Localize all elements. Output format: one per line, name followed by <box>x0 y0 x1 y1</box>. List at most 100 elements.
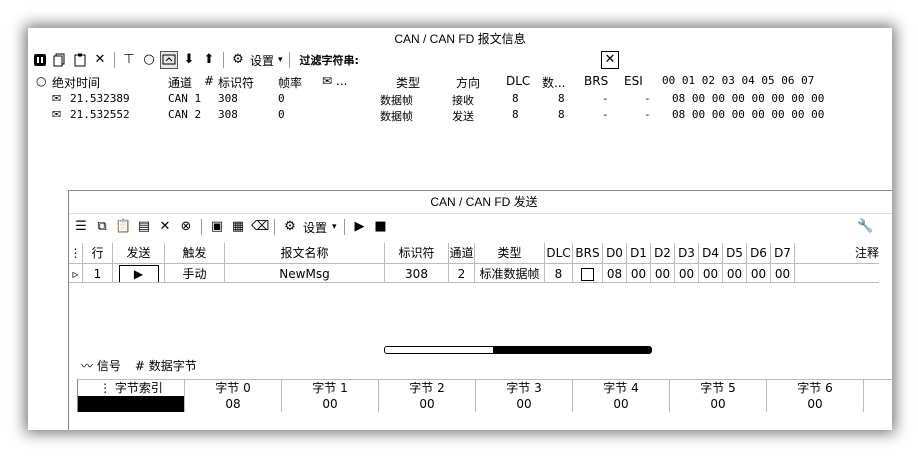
clipboard-icon[interactable]: ▤ <box>136 219 152 235</box>
byte-index-cell[interactable] <box>78 396 185 412</box>
col-data[interactable]: 00 01 02 03 04 05 06 07 <box>662 74 814 90</box>
col-d5[interactable]: D5 <box>723 243 747 263</box>
col-id[interactable]: 标识符 <box>218 74 278 90</box>
horizontal-scrollbar[interactable] <box>384 346 652 354</box>
row-d0[interactable]: 08 <box>603 263 627 283</box>
col-type[interactable]: 类型 <box>475 243 545 263</box>
col-byte-index[interactable]: ⋮ 字节索引 <box>78 380 185 396</box>
row-d7[interactable]: 00 <box>771 263 795 283</box>
arrow-down-icon[interactable]: ⬇ <box>181 52 197 68</box>
col-byte-2[interactable]: 字节 2 <box>379 380 476 396</box>
stop-icon[interactable]: ■ <box>373 219 389 235</box>
scrollbar-thumb[interactable] <box>493 347 651 353</box>
col-len[interactable]: 数... <box>542 74 584 90</box>
row-d6[interactable]: 00 <box>747 263 771 283</box>
play-icon[interactable]: ▶ <box>352 219 368 235</box>
byte-0-value[interactable]: 08 <box>185 396 282 412</box>
arrow-up-icon[interactable]: ⬆ <box>201 52 217 68</box>
col-brs[interactable]: BRS <box>584 74 624 90</box>
col-dlc[interactable]: DLC <box>506 74 542 90</box>
pause-icon[interactable] <box>32 52 48 68</box>
col-dlc[interactable]: DLC <box>545 243 573 263</box>
col-byte-6[interactable]: 字节 6 <box>767 380 864 396</box>
col-byte-4[interactable]: 字节 4 <box>573 380 670 396</box>
byte-2-value[interactable]: 00 <box>379 396 476 412</box>
paste-icon[interactable]: 📋 <box>115 219 131 235</box>
eraser-icon[interactable]: ⌫ <box>251 219 269 235</box>
col-d1[interactable]: D1 <box>627 243 651 263</box>
col-time[interactable]: 绝对时间 <box>52 74 168 90</box>
settings-menu[interactable]: 设置 <box>250 52 274 69</box>
gear-icon[interactable]: ⚙ <box>230 52 246 68</box>
col-direction[interactable]: 方向 <box>456 74 506 90</box>
filter-input[interactable] <box>362 52 597 68</box>
byte-5-value[interactable]: 00 <box>670 396 767 412</box>
row-comment[interactable] <box>795 263 879 283</box>
row-dlc[interactable]: 8 <box>545 263 573 283</box>
col-byte-0[interactable]: 字节 0 <box>185 380 282 396</box>
wrench-icon[interactable]: 🔧 <box>857 219 873 235</box>
col-comment[interactable]: 注释 <box>795 243 879 263</box>
add-message-icon[interactable]: ☰ <box>73 219 89 235</box>
save-icon[interactable]: ▣ <box>209 219 225 235</box>
display-mode-icon[interactable] <box>160 51 178 69</box>
row-d3[interactable]: 00 <box>675 263 699 283</box>
byte-1-value[interactable]: 00 <box>282 396 379 412</box>
col-d2[interactable]: D2 <box>651 243 675 263</box>
row-d4[interactable]: 00 <box>699 263 723 283</box>
message-row[interactable]: ✉ 21.532389 CAN 1 308 0 数据帧 接收 8 8 - - 0… <box>36 92 824 108</box>
col-brs[interactable]: BRS <box>573 243 603 263</box>
col-id[interactable]: 标识符 <box>385 243 449 263</box>
send-table-row[interactable]: ▹ 1 ▶ 手动 NewMsg 308 2 标准数据帧 8 08 00 00 0… <box>69 263 892 283</box>
col-trigger[interactable]: 触发 <box>165 243 225 263</box>
filter-top-icon[interactable]: ⊤ <box>121 52 137 68</box>
col-more[interactable]: ... <box>336 74 396 90</box>
col-line[interactable]: 行 <box>83 243 113 263</box>
row-d2[interactable]: 00 <box>651 263 675 283</box>
send-play-button[interactable]: ▶ <box>118 265 159 282</box>
settings-menu[interactable]: 设置 <box>303 219 327 236</box>
col-name[interactable]: 报文名称 <box>225 243 385 263</box>
row-d5[interactable]: 00 <box>723 263 747 283</box>
col-byte-3[interactable]: 字节 3 <box>476 380 573 396</box>
col-type[interactable]: 类型 <box>396 74 456 90</box>
menu-icon[interactable]: ⋮ <box>69 243 83 263</box>
col-rate[interactable]: 帧率 <box>278 74 322 90</box>
col-d4[interactable]: D4 <box>699 243 723 263</box>
delete-icon[interactable]: ✕ <box>157 219 173 235</box>
col-d3[interactable]: D3 <box>675 243 699 263</box>
col-channel[interactable]: 通道 <box>168 74 204 90</box>
col-channel[interactable]: 通道 <box>449 243 475 263</box>
brs-checkbox[interactable] <box>581 268 594 281</box>
close-icon[interactable]: ✕ <box>600 51 619 69</box>
radio-icon[interactable]: ○ <box>36 74 52 90</box>
byte-4-value[interactable]: 00 <box>573 396 670 412</box>
col-d7[interactable]: D7 <box>771 243 795 263</box>
byte-table-row[interactable]: 08 00 00 00 00 00 00 <box>78 396 892 412</box>
row-d1[interactable]: 00 <box>627 263 651 283</box>
col-esi[interactable]: ESI <box>624 74 662 90</box>
tab-bytes[interactable]: # 数据字节 <box>135 357 197 374</box>
paste-icon[interactable] <box>72 52 88 68</box>
clear-icon[interactable]: ✕ <box>92 52 108 68</box>
col-d0[interactable]: D0 <box>603 243 627 263</box>
copy-icon[interactable] <box>52 52 68 68</box>
save-as-icon[interactable]: ▦ <box>230 219 246 235</box>
tab-signal[interactable]: 〰 信号 <box>81 357 121 374</box>
row-channel[interactable]: 2 <box>449 263 475 283</box>
byte-6-value[interactable]: 00 <box>767 396 864 412</box>
byte-3-value[interactable]: 00 <box>476 396 573 412</box>
col-byte-1[interactable]: 字节 1 <box>282 380 379 396</box>
copy-icon[interactable]: ⧉ <box>94 219 110 235</box>
row-name[interactable]: NewMsg <box>225 263 385 283</box>
row-trigger[interactable]: 手动 <box>165 263 225 283</box>
col-byte-5[interactable]: 字节 5 <box>670 380 767 396</box>
col-d6[interactable]: D6 <box>747 243 771 263</box>
circle-icon[interactable]: ○ <box>141 52 157 68</box>
col-send[interactable]: 发送 <box>113 243 165 263</box>
row-type[interactable]: 标准数据帧 <box>475 263 545 283</box>
gear-icon[interactable]: ⚙ <box>282 219 298 235</box>
row-id[interactable]: 308 <box>385 263 449 283</box>
cancel-circle-icon[interactable]: ⊗ <box>178 219 194 235</box>
message-row[interactable]: ✉ 21.532552 CAN 2 308 0 数据帧 发送 8 8 - - 0… <box>36 108 824 124</box>
